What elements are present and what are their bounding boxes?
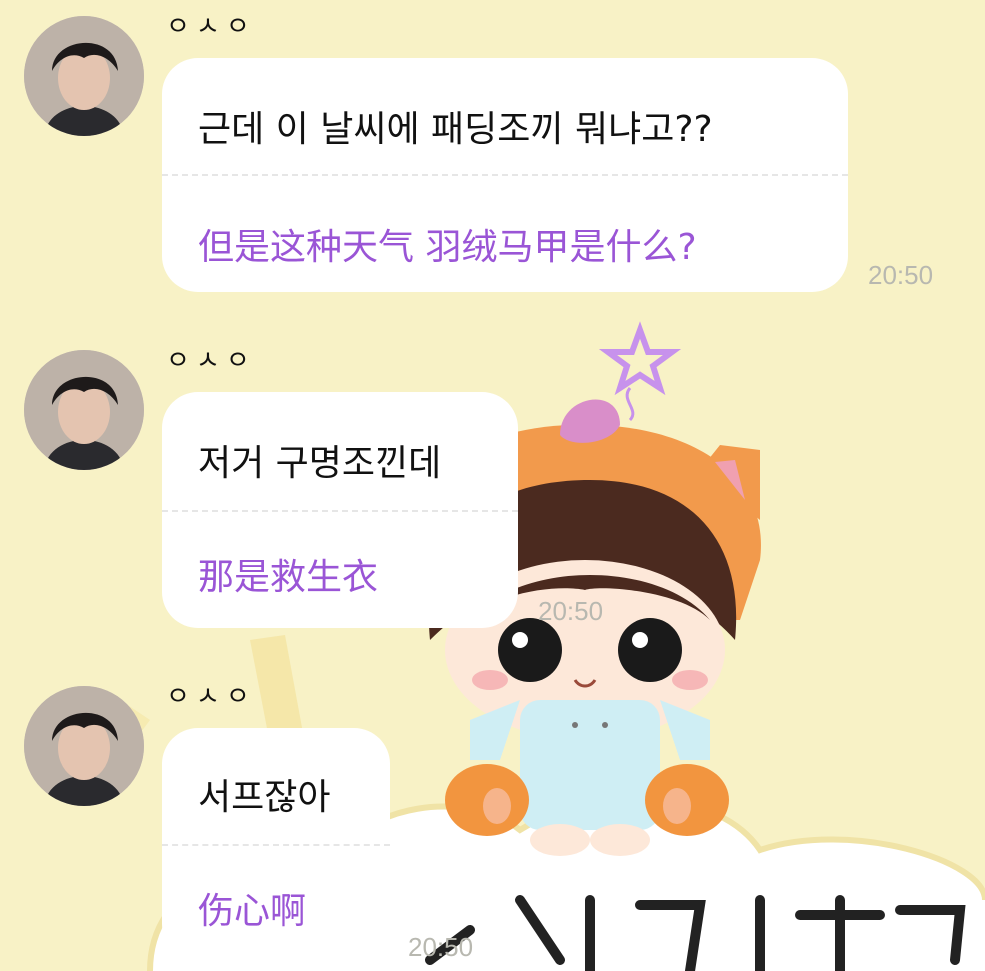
message-text-korean: 근데 이 날씨에 패딩조끼 뭐냐고?? <box>198 109 713 150</box>
translation-divider <box>162 844 390 846</box>
sender-name: ㅇㅅㅇ <box>166 12 256 42</box>
avatar[interactable] <box>24 16 144 136</box>
message-time: 20:50 <box>408 932 474 962</box>
avatar-photo-icon <box>24 16 144 136</box>
sender-name: ㅇㅅㅇ <box>166 346 256 376</box>
message-bubble[interactable]: 근데 이 날씨에 패딩조끼 뭐냐고?? 但是这种天气 羽绒马甲是什么? <box>162 58 848 292</box>
message-bubble[interactable]: 저거 구명조낀데 那是救生衣 <box>162 392 518 628</box>
message-text-chinese: 那是救生衣 <box>198 557 379 598</box>
message-time: 20:50 <box>868 260 934 290</box>
message-text-korean: 서프잖아 <box>198 777 331 818</box>
message-text-chinese: 伤心啊 <box>198 891 307 932</box>
avatar-photo-icon <box>24 350 144 470</box>
message-time: 20:50 <box>538 596 604 626</box>
message-text-korean: 저거 구명조낀데 <box>198 443 442 484</box>
sender-name: ㅇㅅㅇ <box>166 682 256 712</box>
message-text-chinese: 但是这种天气 羽绒马甲是什么? <box>198 227 697 268</box>
translation-divider <box>162 510 518 512</box>
translation-divider <box>162 174 848 176</box>
avatar-photo-icon <box>24 686 144 806</box>
message-bubble[interactable]: 서프잖아 伤心啊 <box>162 728 390 960</box>
avatar[interactable] <box>24 686 144 806</box>
avatar[interactable] <box>24 350 144 470</box>
